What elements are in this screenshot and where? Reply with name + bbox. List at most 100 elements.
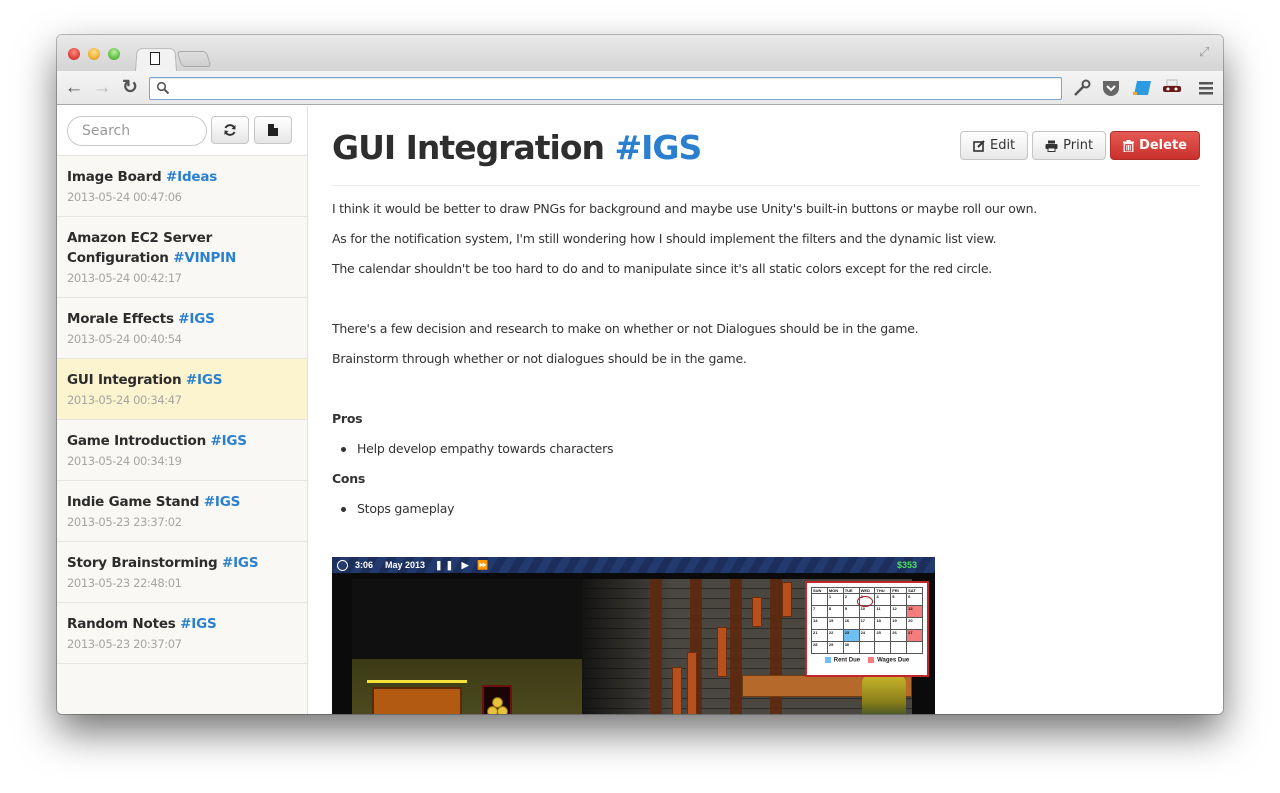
note-list-item[interactable]: Amazon EC2 Server Configuration #VINPIN 2… [57, 217, 307, 298]
paragraph: There's a few decision and research to m… [332, 321, 919, 336]
browser-toolbar: ← → ↻ [57, 71, 1223, 105]
trash-icon [1123, 139, 1135, 152]
note-list-item[interactable]: Random Notes #IGS 2013-05-23 20:37:07 [57, 603, 307, 664]
note-item-tag[interactable]: #VINPIN [173, 250, 236, 266]
calendar-day-cell: 30 [843, 642, 860, 654]
calendar-day-cell: 25 [875, 630, 892, 642]
print-icon [1045, 140, 1058, 152]
note-item-date: 2013-05-24 00:40:54 [67, 332, 182, 346]
note-item-tag[interactable]: #IGS [180, 616, 217, 632]
blank-page-icon [150, 52, 160, 65]
menu-icon[interactable] [1196, 79, 1216, 97]
note-actions: Edit Print Delete [959, 131, 1200, 160]
note-item-date: 2013-05-24 00:47:06 [67, 190, 182, 204]
calendar-day-cell: 23 [843, 630, 860, 642]
close-window-button[interactable] [68, 48, 80, 60]
note-title-tag[interactable]: #IGS [615, 128, 703, 167]
list-item: Help develop empathy towards characters [332, 439, 1192, 459]
refresh-button[interactable] [211, 116, 249, 144]
print-label: Print [1063, 138, 1094, 153]
wrench-icon[interactable] [1072, 79, 1092, 97]
scene-stair [672, 667, 682, 714]
delete-button[interactable]: Delete [1110, 131, 1200, 160]
note-item-tag[interactable]: #IGS [186, 372, 223, 388]
calendar-day-cell: 21 [812, 630, 828, 642]
calendar-day-cell [812, 594, 828, 606]
calendar-day-cell [891, 642, 908, 654]
pocket-icon[interactable] [1101, 79, 1121, 97]
reload-button[interactable]: ↻ [119, 77, 141, 99]
calendar-day-cell: 7 [812, 606, 828, 618]
note-list-item[interactable]: GUI Integration #IGS 2013-05-24 00:34:47 [57, 359, 307, 420]
hud-money: $353 [896, 560, 917, 570]
calendar-day-cell [859, 642, 876, 654]
calendar-day-cell: 24 [859, 630, 876, 642]
list-item: Stops gameplay [332, 499, 1192, 519]
hud-date: May 2013 [385, 560, 426, 570]
note-item-date: 2013-05-23 23:37:02 [67, 515, 182, 529]
address-bar[interactable] [149, 77, 1062, 100]
legend-wages: Wages Due [868, 657, 909, 664]
calendar-day-cell [907, 642, 923, 654]
edit-button[interactable]: Edit [959, 131, 1029, 160]
zoom-window-button[interactable] [108, 48, 120, 60]
note-item-title: Game Introduction #IGS [67, 433, 247, 449]
calendar-day-cell: 22 [827, 630, 844, 642]
note-list-item[interactable]: Image Board #Ideas 2013-05-24 00:47:06 [57, 156, 307, 217]
page-title: GUI Integration #IGS [332, 128, 703, 167]
blue-note-icon[interactable] [1132, 79, 1152, 97]
note-list: Image Board #Ideas 2013-05-24 00:47:06 Ama… [57, 156, 307, 664]
fullscreen-icon[interactable]: ⤢ [1199, 45, 1213, 59]
scene-stair [717, 627, 727, 677]
note-item-tag[interactable]: #Ideas [166, 169, 217, 185]
pros-heading: Pros [332, 411, 363, 426]
minimize-window-button[interactable] [88, 48, 100, 60]
note-list-item[interactable]: Morale Effects #IGS 2013-05-24 00:40:54 [57, 298, 307, 359]
scene-pillar [650, 579, 662, 714]
note-item-date: 2013-05-24 00:34:47 [67, 393, 182, 407]
note-item-tag[interactable]: #IGS [178, 311, 215, 327]
search-icon [156, 81, 170, 95]
note-item-date: 2013-05-23 20:37:07 [67, 637, 182, 651]
note-list-item[interactable]: Game Introduction #IGS 2013-05-24 00:34:1… [57, 420, 307, 481]
scene-pillar [730, 579, 742, 714]
calendar-day-cell: 20 [907, 618, 923, 630]
note-item-tag[interactable]: #IGS [222, 555, 259, 571]
scene-pegboard [372, 687, 462, 714]
search-input[interactable] [67, 116, 207, 146]
note-title-text: GUI Integration [332, 128, 605, 167]
new-document-icon [268, 124, 278, 136]
calendar-day-cell: 9 [843, 606, 860, 618]
scene-shadow [352, 579, 582, 659]
cons-heading: Cons [332, 471, 366, 486]
paragraph: As for the notification system, I'm stil… [332, 231, 997, 246]
new-tab-button[interactable] [176, 51, 212, 67]
scene-stair [782, 582, 792, 617]
calendar-day-cell [875, 642, 892, 654]
calendar-day-cell: 8 [827, 606, 844, 618]
forward-button[interactable]: → [91, 77, 113, 99]
calendar-day-cell: 17 [859, 618, 876, 630]
calendar-day-cell: 4 [875, 594, 892, 606]
calendar-day-cell: 16 [843, 618, 860, 630]
calendar-day-cell: 15 [827, 618, 844, 630]
note-item-tag[interactable]: #IGS [204, 494, 241, 510]
coin-icon [497, 706, 508, 714]
note-view: GUI Integration #IGS Edit Print Delete I… [309, 106, 1223, 714]
calendar-day-cell: 29 [827, 642, 844, 654]
note-body: I think it would be better to draw PNGs … [332, 199, 1192, 529]
mask-icon[interactable] [1162, 79, 1182, 97]
back-button[interactable]: ← [63, 77, 85, 99]
title-divider [332, 185, 1200, 186]
note-list-item[interactable]: Story Brainstorming #IGS 2013-05-23 22:48… [57, 542, 307, 603]
note-list-item[interactable]: Indie Game Stand #IGS 2013-05-23 23:37:02 [57, 481, 307, 542]
note-item-tag[interactable]: #IGS [210, 433, 247, 449]
browser-window: ⤢ ← → ↻ Search Image Board #Ideas 2013-0… [57, 35, 1223, 714]
calendar-day-cell: 14 [812, 618, 828, 630]
today-circle [857, 596, 873, 607]
scene-stair [752, 597, 762, 627]
new-note-button[interactable] [254, 116, 292, 144]
print-button[interactable]: Print [1032, 131, 1107, 160]
note-item-title: Amazon EC2 Server Configuration #VINPIN [67, 230, 237, 266]
